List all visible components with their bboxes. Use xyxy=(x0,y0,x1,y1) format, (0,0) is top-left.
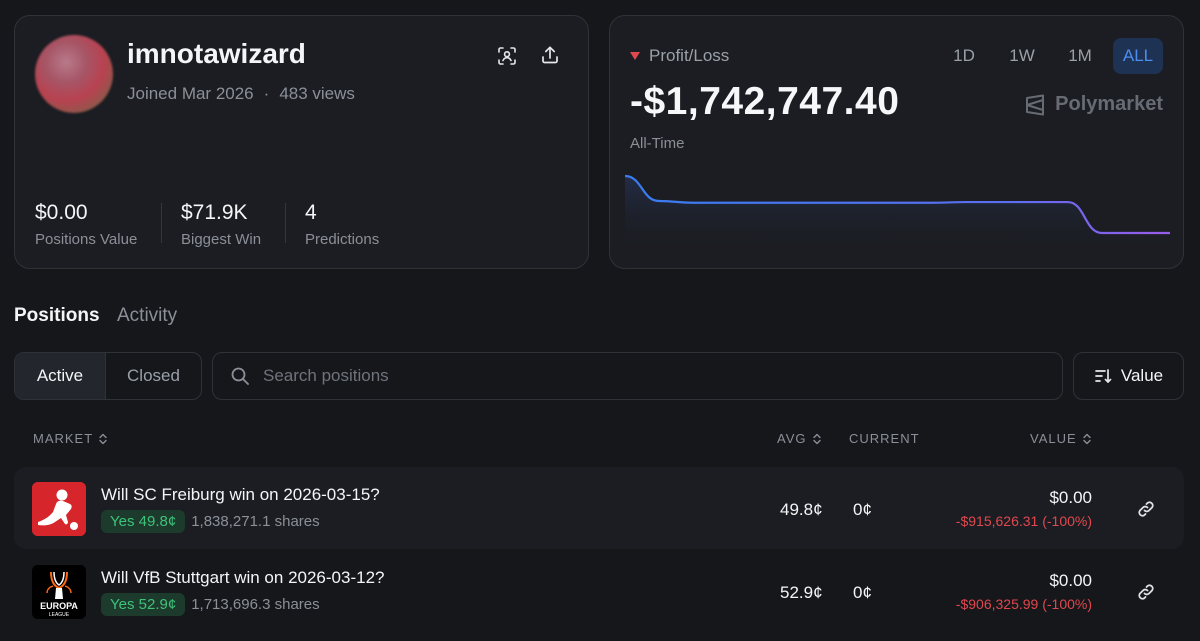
range-tab-1w[interactable]: 1W xyxy=(997,38,1047,74)
stat-value: $71.9K xyxy=(181,201,248,224)
stat-divider xyxy=(161,203,162,243)
market-title[interactable]: Will VfB Stuttgart win on 2026-03-12? xyxy=(101,568,384,588)
copy-link-button[interactable] xyxy=(1135,581,1157,603)
range-tab-all[interactable]: ALL xyxy=(1113,38,1163,74)
current-price: 0¢ xyxy=(853,583,872,602)
stat-divider xyxy=(285,203,286,243)
stat-value: $0.00 xyxy=(35,201,88,224)
outcome-pill: Yes 52.9¢ xyxy=(101,593,186,616)
position-details: Yes 49.8¢ 1,838,271.1 shares xyxy=(101,510,320,533)
stat-biggest-win: $71.9K Biggest Win xyxy=(181,201,261,248)
link-icon xyxy=(1138,584,1154,600)
position-value: $0.00 xyxy=(1049,488,1092,507)
link-icon xyxy=(1138,501,1154,517)
header-label: VALUE xyxy=(1030,431,1077,446)
pnl-value: -$1,742,747.40 xyxy=(630,80,900,123)
joined-date: Joined Mar 2026 xyxy=(127,84,254,103)
pnl-area xyxy=(625,176,1170,256)
shares-count: 1,838,271.1 shares xyxy=(191,513,320,530)
column-header-current: CURRENT xyxy=(849,431,920,446)
logo-subtext: LEAGUE xyxy=(49,612,70,618)
sort-toggle-icon xyxy=(99,433,107,444)
range-tabs: 1D 1W 1M ALL xyxy=(939,38,1163,74)
pnl-period: All-Time xyxy=(630,135,685,152)
filter-closed-button[interactable]: Closed xyxy=(106,353,201,399)
header-label: AVG xyxy=(777,431,807,446)
stat-predictions: 4 Predictions xyxy=(305,201,379,248)
pnl-label: Profit/Loss xyxy=(630,46,729,66)
shares-count: 1,713,696.3 shares xyxy=(191,596,320,613)
avatar xyxy=(35,35,113,113)
sort-toggle-icon xyxy=(1082,433,1091,444)
scan-profile-button[interactable] xyxy=(493,42,521,70)
trend-down-icon xyxy=(630,52,640,60)
upload-share-icon xyxy=(542,46,558,64)
share-profile-button[interactable] xyxy=(536,41,564,69)
position-pnl: -$915,626.31 (-100%) xyxy=(955,513,1092,529)
outcome-pill: Yes 49.8¢ xyxy=(101,510,186,533)
stat-label: Positions Value xyxy=(35,231,138,248)
sort-label: Value xyxy=(1120,366,1164,385)
range-tab-1m[interactable]: 1M xyxy=(1055,38,1105,74)
sort-value-button[interactable]: Value xyxy=(1073,352,1184,400)
column-header-value[interactable]: VALUE xyxy=(1030,431,1092,446)
logo-text: EUROPA xyxy=(40,601,78,611)
profit-loss-card: Profit/Loss 1D 1W 1M ALL -$1,742,747.40 … xyxy=(609,15,1184,269)
view-count: 483 views xyxy=(279,84,355,103)
polymarket-brand: Polymarket xyxy=(1024,93,1163,116)
column-header-avg[interactable]: AVG xyxy=(777,431,822,446)
tab-positions[interactable]: Positions xyxy=(14,305,100,327)
current-price: 0¢ xyxy=(853,500,872,519)
search-placeholder: Search positions xyxy=(263,366,389,385)
search-icon xyxy=(231,367,249,385)
scan-user-icon xyxy=(498,47,516,65)
table-row[interactable]: Will SC Freiburg win on 2026-03-15? Yes … xyxy=(14,467,1184,549)
position-details: Yes 52.9¢ 1,713,696.3 shares xyxy=(101,593,320,616)
username: imnotawizard xyxy=(127,38,306,69)
header-label: CURRENT xyxy=(849,431,920,446)
copy-link-button[interactable] xyxy=(1135,498,1157,520)
stat-value: 4 xyxy=(305,201,317,224)
position-value: $0.00 xyxy=(1049,571,1092,590)
filter-active-button[interactable]: Active xyxy=(15,353,106,399)
sort-toggle-icon xyxy=(812,433,821,444)
sort-icon xyxy=(1095,369,1112,383)
status-filter: Active Closed xyxy=(14,352,202,400)
pnl-sparkline-chart xyxy=(625,174,1170,256)
stat-label: Predictions xyxy=(305,231,380,248)
profile-meta: Joined Mar 2026 · 483 views xyxy=(127,84,355,104)
search-input[interactable]: Search positions xyxy=(212,352,1063,400)
europa-league-logo: EUROPA LEAGUE xyxy=(32,565,86,619)
position-pnl: -$906,325.99 (-100%) xyxy=(955,596,1092,612)
polymarket-logo-icon xyxy=(1026,94,1045,115)
tab-activity[interactable]: Activity xyxy=(117,305,177,327)
bundesliga-logo xyxy=(32,482,86,536)
stat-label: Biggest Win xyxy=(181,231,262,248)
stat-positions-value: $0.00 Positions Value xyxy=(35,201,137,248)
pnl-label-text: Profit/Loss xyxy=(649,46,730,65)
avg-price: 49.8¢ xyxy=(780,500,823,519)
avg-price: 52.9¢ xyxy=(780,583,823,602)
header-label: MARKET xyxy=(33,431,94,446)
meta-separator: · xyxy=(263,84,270,103)
brand-name: Polymarket xyxy=(1055,93,1163,115)
table-row[interactable]: EUROPA LEAGUE Will VfB Stuttgart win on … xyxy=(14,550,1184,632)
profile-card: imnotawizard Joined Mar 2026 · 483 views $… xyxy=(14,15,589,269)
market-title[interactable]: Will SC Freiburg win on 2026-03-15? xyxy=(101,485,380,505)
range-tab-1d[interactable]: 1D xyxy=(939,38,989,74)
column-header-market[interactable]: MARKET xyxy=(33,431,108,446)
